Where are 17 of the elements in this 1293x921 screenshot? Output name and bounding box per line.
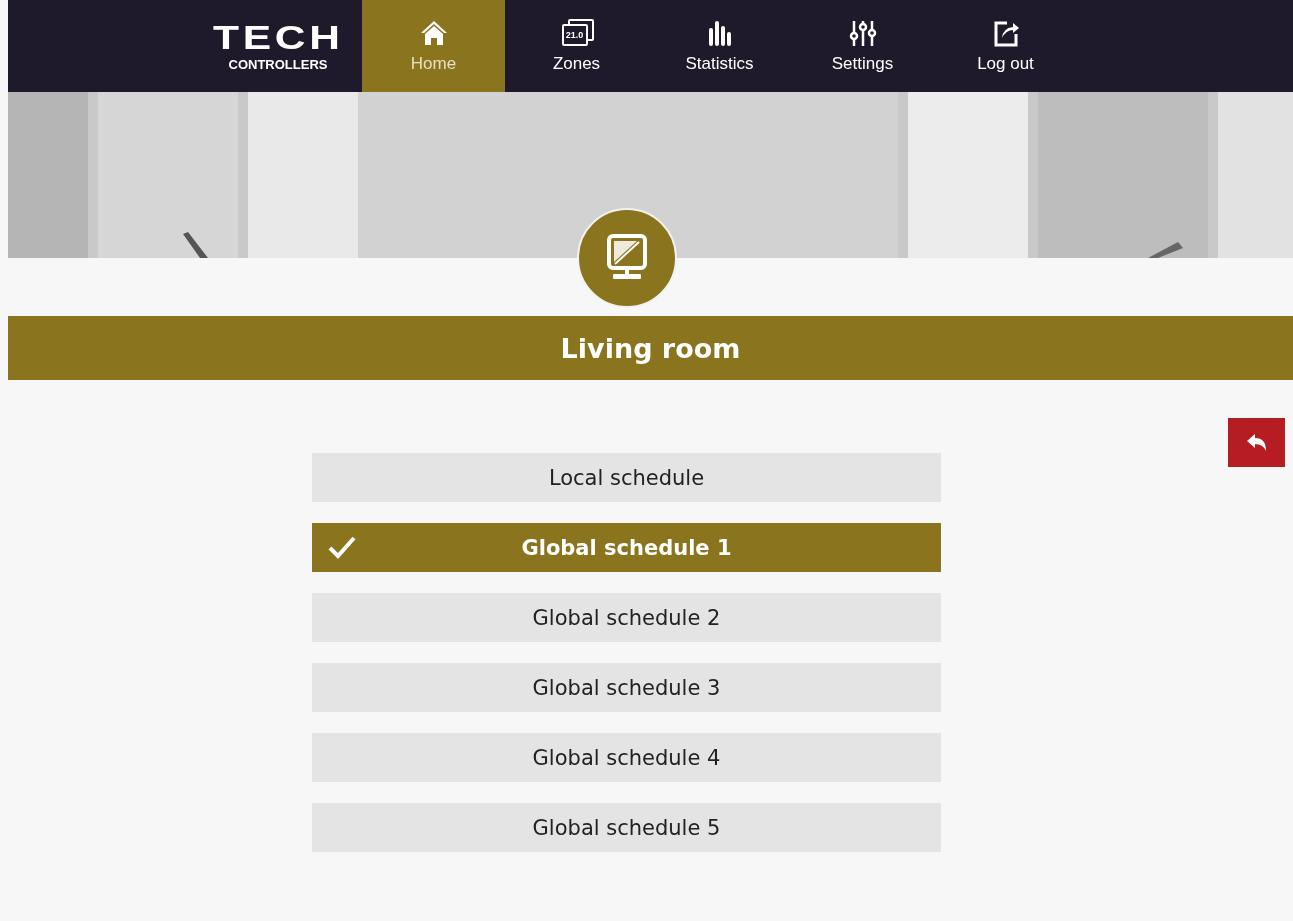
nav-tab[interactable]: Home (362, 0, 505, 92)
settings-icon (847, 18, 878, 48)
checkmark-icon (328, 535, 356, 559)
schedule-option[interactable]: Global schedule 1 (312, 523, 941, 572)
schedule-option[interactable]: Global schedule 2 (312, 593, 941, 642)
back-button[interactable] (1228, 418, 1285, 467)
nav-tab[interactable]: 21.0 Zones (505, 0, 648, 92)
logo-subtitle: CONTROLLERS (228, 57, 328, 72)
zone-title: Living room (560, 332, 741, 364)
schedule-option[interactable]: Local schedule (312, 453, 941, 502)
logo-brand: TECH (212, 20, 344, 54)
schedule-option[interactable]: Global schedule 4 (312, 733, 941, 782)
nav-tab[interactable]: Settings (791, 0, 934, 92)
schedule-option[interactable]: Global schedule 3 (312, 663, 941, 712)
nav-tab[interactable]: Log out (934, 0, 1077, 92)
nav-tab[interactable]: Statistics (648, 0, 791, 92)
schedule-option[interactable]: Global schedule 5 (312, 803, 941, 852)
